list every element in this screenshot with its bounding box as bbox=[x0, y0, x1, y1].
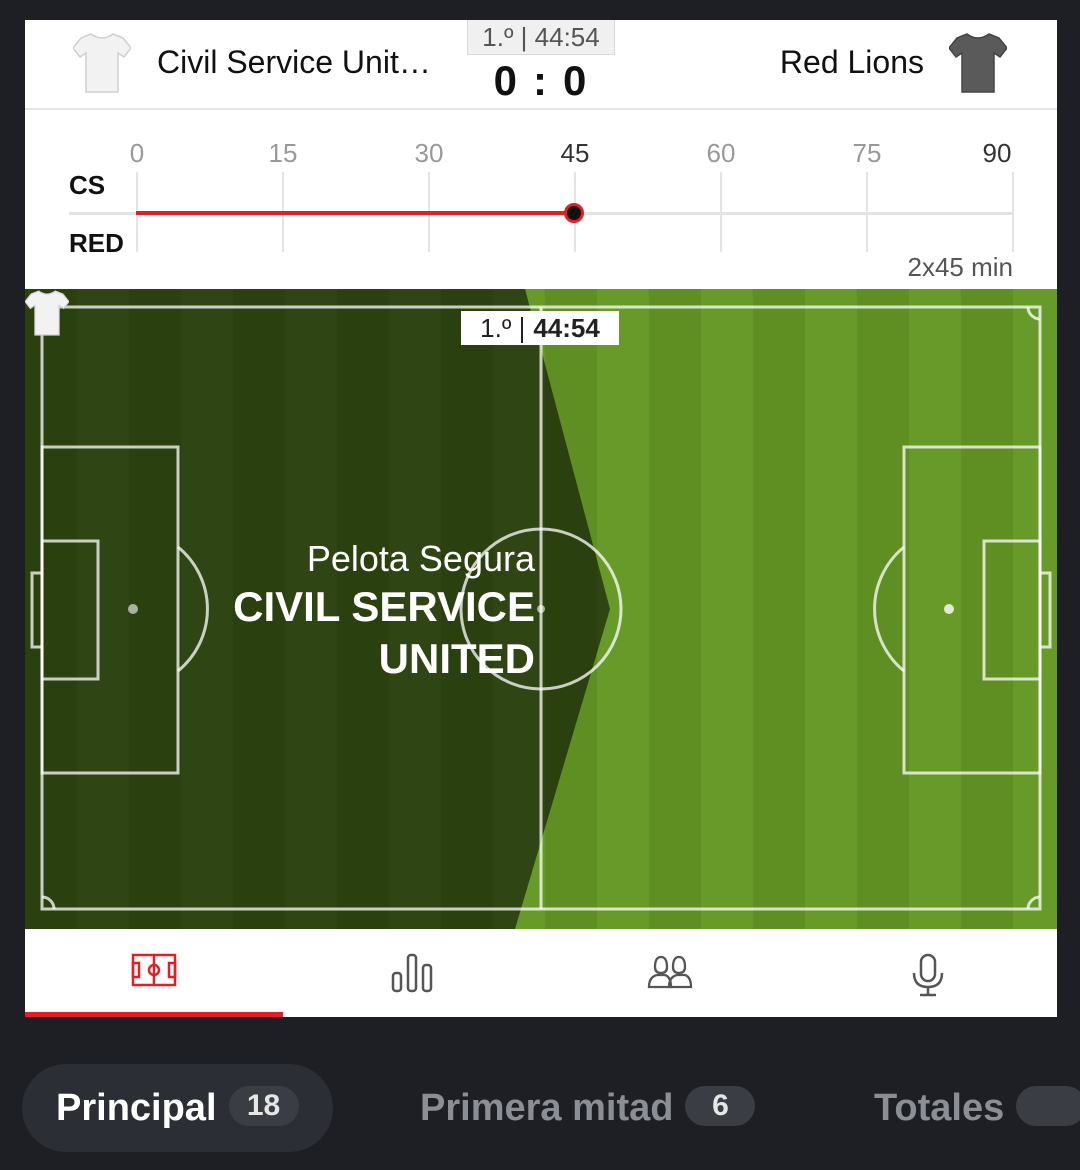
score-separator: : bbox=[533, 57, 549, 104]
away-team-code: RED bbox=[69, 228, 124, 258]
market-count-badge: 18 bbox=[228, 1085, 299, 1126]
live-pitch: 1.º 44:54 Pelota Segura CIVIL SERVICE UNI… bbox=[25, 289, 1057, 929]
market-tab-totales[interactable]: Totales bbox=[842, 1064, 1080, 1152]
away-score: 0 bbox=[563, 57, 589, 104]
market-count-badge bbox=[1016, 1085, 1080, 1126]
away-shirt-icon bbox=[949, 33, 1007, 93]
active-tab-indicator bbox=[25, 1012, 283, 1017]
pitch-time: 44:54 bbox=[533, 313, 600, 343]
pitch-icon bbox=[131, 953, 177, 987]
possession-info: Pelota Segura CIVIL SERVICE UNITED bbox=[233, 537, 535, 685]
tab-lineups[interactable] bbox=[541, 929, 799, 1017]
match-score: 0:0 bbox=[465, 56, 617, 106]
tab-stats[interactable] bbox=[283, 929, 541, 1017]
home-team-name: Civil Service Unit… bbox=[157, 44, 431, 80]
match-duration: 2x45 min bbox=[907, 252, 1014, 282]
lineups-icon bbox=[647, 955, 693, 989]
home-team-code: CS bbox=[69, 170, 106, 200]
match-card: Civil Service Unit… 1.º | 44:54 0:0 Red … bbox=[25, 20, 1057, 1017]
possession-team-line1: CIVIL SERVICE bbox=[233, 583, 535, 630]
tab-commentary[interactable] bbox=[799, 929, 1057, 1017]
match-timeline: 0 15 30 45 60 75 90 CS RED 2x45 min bbox=[25, 110, 1057, 288]
home-shirt-icon bbox=[73, 33, 131, 93]
timeline-progress bbox=[136, 211, 574, 215]
pitch-clock: 1.º 44:54 bbox=[461, 311, 619, 345]
tick-label: 45 bbox=[560, 138, 590, 168]
match-view-tabs bbox=[25, 929, 1057, 1017]
scoreboard-header: Civil Service Unit… 1.º | 44:54 0:0 Red … bbox=[25, 20, 1057, 110]
market-groups: Principal 18 Primera mitad 6 Totales bbox=[22, 1064, 1080, 1154]
timeline-current-marker bbox=[564, 203, 584, 223]
tick-label: 90 bbox=[982, 138, 1012, 168]
pitch-lines bbox=[25, 289, 1052, 929]
market-label: Principal bbox=[56, 1087, 217, 1129]
market-label: Totales bbox=[874, 1087, 1005, 1129]
ball-holder-shirt-icon bbox=[25, 290, 69, 336]
tab-pitch[interactable] bbox=[25, 929, 283, 1017]
tick-label: 30 bbox=[414, 138, 444, 168]
microphone-icon bbox=[912, 953, 944, 997]
pitch-period: 1.º bbox=[480, 313, 512, 343]
market-tab-principal[interactable]: Principal 18 bbox=[22, 1064, 333, 1152]
market-label: Primera mitad bbox=[420, 1087, 674, 1129]
tick-label: 75 bbox=[852, 138, 882, 168]
possession-state: Pelota Segura bbox=[306, 538, 535, 579]
tick-label: 60 bbox=[706, 138, 736, 168]
market-tab-primera-mitad[interactable]: Primera mitad 6 bbox=[388, 1064, 787, 1152]
stats-icon bbox=[391, 953, 433, 993]
away-team-name: Red Lions bbox=[779, 44, 924, 80]
tick-label: 15 bbox=[268, 138, 298, 168]
home-score: 0 bbox=[493, 57, 519, 104]
market-count-badge: 6 bbox=[685, 1085, 756, 1126]
match-clock: 1.º | 44:54 bbox=[467, 20, 615, 55]
possession-team-line2: UNITED bbox=[378, 635, 535, 682]
tick-label: 0 bbox=[129, 138, 145, 168]
